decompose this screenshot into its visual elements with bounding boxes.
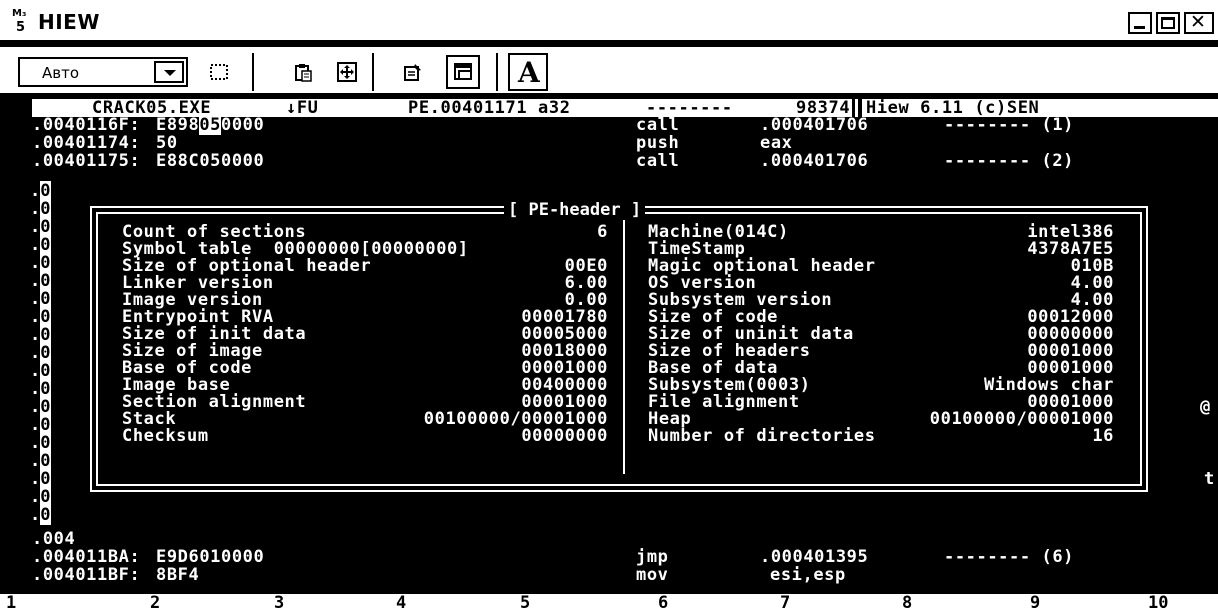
dialog-title: [ PE-header ]: [504, 200, 646, 220]
function-key-8[interactable]: 8: [902, 593, 912, 612]
selection-icon: [210, 64, 228, 80]
disasm-bytes: E88C050000: [156, 151, 265, 171]
disasm-address: .004011BF:: [32, 565, 141, 585]
function-key-2[interactable]: 2: [150, 593, 160, 612]
close-button[interactable]: ✕: [1184, 11, 1214, 34]
disasm-mnemonic: call: [636, 151, 680, 171]
pe-field-value: 16: [1092, 426, 1114, 446]
disasm-bytes: E9D6010000: [156, 547, 265, 567]
disasm-mnemonic: push: [636, 133, 680, 153]
toolbar: Авто A: [0, 44, 1218, 96]
disasm-bytes: 50: [156, 133, 178, 153]
gutter-address: .0: [30, 487, 51, 507]
toolbar-separator: [252, 53, 254, 91]
function-key-9[interactable]: 9: [1030, 593, 1040, 612]
font-select[interactable]: Авто: [18, 57, 188, 87]
chevron-down-icon[interactable]: [154, 61, 184, 83]
disasm-operand: .000401706: [760, 151, 869, 171]
toolbar-separator: [372, 53, 374, 91]
gutter-address: .0: [30, 307, 51, 327]
disasm-operand: .000401395: [760, 547, 869, 567]
function-key-10[interactable]: 10: [1148, 593, 1168, 612]
pe-field-label: Checksum: [122, 426, 209, 446]
minimize-icon: [1134, 26, 1145, 29]
window-title: HIEW: [38, 10, 100, 34]
title-bar: M₃ 5 HIEW ✕: [0, 0, 1218, 42]
header-address: PE.00401171 a32: [408, 98, 571, 118]
maximize-button[interactable]: [1156, 12, 1180, 34]
gutter-address: .0: [30, 343, 51, 363]
disasm-address: .004011BA:: [32, 547, 141, 567]
gutter-address: .0: [30, 181, 51, 201]
edge-char: t: [1204, 469, 1215, 489]
disasm-operand: eax: [760, 133, 793, 153]
gutter-address: .0: [30, 253, 51, 273]
gutter-address: .0: [30, 271, 51, 291]
gutter-address: .0: [30, 361, 51, 381]
gutter-address: .0: [30, 505, 51, 525]
font-a-icon: A: [518, 56, 540, 89]
pe-field-label: Number of directories: [648, 426, 876, 446]
disasm-mnemonic: jmp: [636, 547, 669, 567]
window-icon: [454, 63, 472, 80]
text-cursor: 05: [199, 115, 222, 135]
function-key-4[interactable]: 4: [396, 593, 406, 612]
close-icon: ✕: [1190, 11, 1206, 33]
window-mode-button[interactable]: [446, 55, 480, 89]
gutter-address: .0: [30, 415, 51, 435]
function-key-6[interactable]: 6: [658, 593, 668, 612]
app-icon-glyph: M₃: [12, 8, 27, 19]
gutter-address: .0: [30, 325, 51, 345]
gutter-address: .0: [30, 235, 51, 255]
font-select-value: Авто: [42, 64, 80, 82]
gutter-address: .0: [30, 469, 51, 489]
function-key-7[interactable]: 7: [780, 593, 790, 612]
dialog-column-divider: [623, 220, 625, 474]
pe-field-value: 00100000/00001000: [929, 409, 1114, 429]
disasm-bytes: 8BF4: [156, 565, 200, 585]
pe-header-dialog: [ PE-header ] Count of sections 6 Symbol t…: [68, 180, 1176, 530]
gutter-address: .0: [30, 433, 51, 453]
fullscreen-button[interactable]: [330, 55, 364, 89]
header-mode: ↓FU: [286, 98, 319, 118]
disasm-bytes: E898050000: [156, 115, 265, 135]
disasm-address: .00401175:: [32, 151, 141, 171]
gutter-address: .0: [30, 217, 51, 237]
disasm-partial-line[interactable]: .004: [32, 530, 75, 548]
bold-font-button[interactable]: A: [508, 53, 548, 91]
disasm-operand: esi,esp: [770, 565, 846, 585]
disasm-address: .00401174:: [32, 133, 141, 153]
disasm-comment: -------- (6): [944, 547, 1075, 567]
function-key-5[interactable]: 5: [520, 593, 530, 612]
copy-button[interactable]: [286, 55, 320, 89]
disasm-comment: -------- (2): [944, 151, 1075, 171]
gutter-address: .0: [30, 379, 51, 399]
fullscreen-icon: [337, 62, 357, 82]
gutter-address: .0: [30, 451, 51, 471]
maximize-icon: [1161, 17, 1175, 29]
app-icon-glyph-sub: 5: [16, 20, 26, 35]
disasm-mnemonic: call: [636, 115, 680, 135]
clipboard-icon: [295, 64, 312, 82]
disasm-comment: -------- (1): [944, 115, 1075, 135]
function-key-1[interactable]: 1: [6, 593, 16, 612]
gutter-address: .0: [30, 199, 51, 219]
disasm-mnemonic: mov: [636, 565, 669, 585]
pe-field-value: 6: [597, 222, 608, 242]
disasm-address: .0040116F:: [32, 115, 141, 135]
pe-field-value: 00000000: [521, 426, 608, 446]
app-icon[interactable]: M₃ 5: [10, 8, 40, 36]
properties-icon: [404, 64, 421, 81]
toolbar-separator: [496, 53, 498, 91]
disasm-operand: .000401706: [760, 115, 869, 135]
gutter-address: .0: [30, 397, 51, 417]
minimize-button[interactable]: [1128, 12, 1152, 34]
properties-button[interactable]: [396, 55, 430, 89]
gutter-address: .0: [30, 289, 51, 309]
mark-button[interactable]: [202, 55, 236, 89]
function-key-3[interactable]: 3: [274, 593, 284, 612]
edge-char: @: [1200, 397, 1211, 417]
